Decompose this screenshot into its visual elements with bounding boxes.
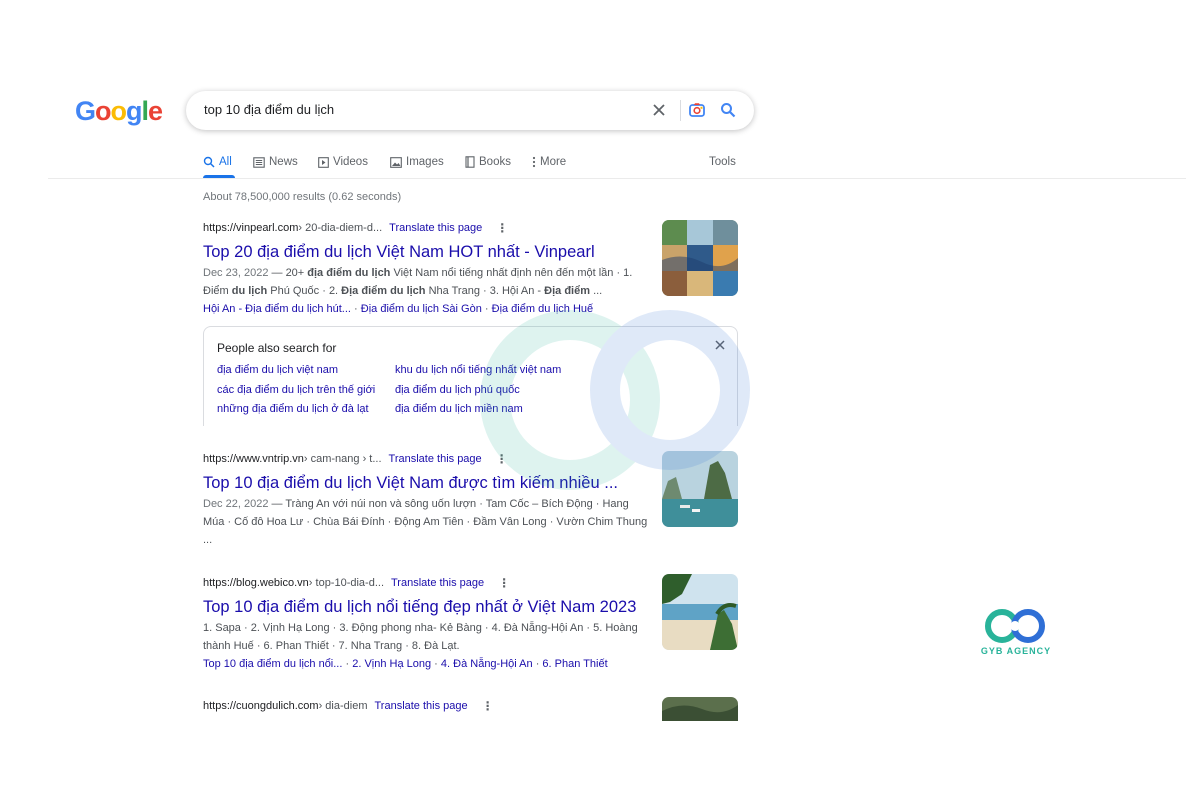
result-date: Dec 22, 2022 [203, 498, 269, 510]
news-icon [253, 156, 265, 168]
book-icon [465, 156, 475, 168]
result-url: https://vinpearl.com [203, 222, 299, 234]
sitelink[interactable]: Hội An - Địa điểm du lịch hút... [203, 303, 351, 315]
snippet-text: Nha Trang · 3. Hội An - [425, 285, 545, 297]
result-thumbnail[interactable] [662, 451, 738, 527]
related-search-link[interactable]: các địa điểm du lịch trên thế giới [217, 384, 375, 396]
tabs-divider [48, 178, 1186, 179]
sitelink[interactable]: Địa điểm du lịch Huế [492, 303, 594, 315]
result-thumbnail[interactable] [662, 574, 738, 650]
search-box[interactable]: top 10 địa điểm du lịch [186, 91, 754, 130]
translate-link[interactable]: Translate this page [389, 222, 482, 234]
tab-label: Images [406, 156, 444, 168]
related-search-link[interactable]: những địa điểm du lịch ở đà lạt [217, 403, 369, 415]
result-url: https://blog.webico.vn [203, 577, 309, 589]
result-thumbnail[interactable] [662, 697, 738, 721]
tab-all[interactable]: All [203, 153, 232, 171]
result-path: › 20-dia-diem-d... [298, 222, 383, 234]
tab-news[interactable]: News [253, 153, 298, 171]
tab-images[interactable]: Images [390, 153, 444, 171]
snippet-highlight: Địa điểm du lịch [341, 285, 426, 297]
camera-icon[interactable] [686, 99, 708, 121]
related-search-link[interactable]: khu du lịch nổi tiếng nhất việt nam [395, 364, 561, 376]
brand-name: GYB AGENCY [980, 646, 1052, 656]
snippet-highlight: Địa điểm [544, 285, 591, 297]
related-search-link[interactable]: địa điểm du lịch phú quốc [395, 384, 520, 396]
logo-letter-o2: o [110, 96, 127, 126]
sitelinks: Hội An - Địa điểm du lịch hút... · Địa đ… [203, 303, 594, 315]
result-snippet: Dec 23, 2022 — 20+ địa điểm du lịch Việt… [203, 267, 633, 297]
result-url: https://cuongdulich.com [203, 700, 319, 712]
sitelink[interactable]: 6. Phan Thiết [542, 658, 607, 670]
logo-letter-g2: g [126, 96, 142, 126]
result-stats: About 78,500,000 results (0.62 seconds) [203, 191, 402, 203]
snippet-text: Tràng An với núi non và sông uốn lượn · … [203, 498, 648, 546]
logo-letter-g: G [75, 96, 96, 126]
tab-books[interactable]: Books [465, 153, 511, 171]
tools-button[interactable]: Tools [709, 153, 736, 171]
search-input[interactable]: top 10 địa điểm du lịch [204, 102, 334, 117]
snippet-highlight: địa điểm du lịch [307, 267, 391, 279]
tab-label: All [219, 156, 232, 168]
result-snippet: Dec 22, 2022 — Tràng An với núi non và s… [203, 498, 648, 546]
result-date: Dec 23, 2022 [203, 267, 269, 279]
sitelink[interactable]: 4. Đà Nẵng-Hội An [441, 658, 533, 670]
close-icon[interactable] [712, 337, 728, 353]
result-thumbnail[interactable] [662, 220, 738, 296]
more-vert-icon[interactable]: ⋮ [496, 452, 508, 466]
image-icon [390, 156, 402, 168]
more-vert-icon[interactable]: ⋮ [496, 221, 508, 235]
tab-label: Videos [333, 156, 368, 168]
search-icon[interactable] [717, 99, 739, 121]
more-vert-icon[interactable]: ⋮ [498, 576, 510, 590]
clear-icon[interactable] [648, 99, 670, 121]
more-vert-icon [532, 156, 536, 168]
result-snippet: 1. Sapa · 2. Vịnh Hạ Long · 3. Động phon… [203, 622, 638, 652]
sitelink[interactable]: Địa điểm du lịch Sài Gòn [361, 303, 482, 315]
translate-link[interactable]: Translate this page [391, 577, 484, 589]
play-icon [318, 156, 329, 168]
sitelink[interactable]: Top 10 địa điểm du lịch nổi... [203, 658, 342, 670]
tab-more[interactable]: More [532, 153, 566, 171]
translate-link[interactable]: Translate this page [374, 700, 467, 712]
more-vert-icon[interactable]: ⋮ [482, 699, 494, 713]
result-url: https://www.vntrip.vn [203, 453, 304, 465]
search-tabs: All News Videos Images Books More Tools [203, 153, 743, 175]
result-path: › dia-diem [318, 700, 368, 712]
related-search-link[interactable]: địa điểm du lịch việt nam [217, 364, 338, 376]
sitelink[interactable]: 2. Vịnh Hạ Long [352, 658, 431, 670]
tab-label: Books [479, 156, 511, 168]
snippet-text: Phú Quốc · 2. [267, 285, 342, 297]
google-logo[interactable]: Google [75, 96, 163, 127]
tab-label: News [269, 156, 298, 168]
result-path: › cam-nang › t... [303, 453, 382, 465]
tab-videos[interactable]: Videos [318, 153, 368, 171]
logo-letter-e: e [148, 96, 163, 126]
snippet-text: ... [590, 285, 603, 297]
people-also-search-panel: People also search for địa điểm du lịch … [203, 326, 738, 426]
sitelinks: Top 10 địa điểm du lịch nổi... · 2. Vịnh… [203, 658, 608, 670]
search-icon [203, 156, 215, 168]
search-divider [680, 100, 681, 121]
tools-label: Tools [709, 156, 736, 168]
related-search-link[interactable]: địa điểm du lịch miền nam [395, 403, 523, 415]
snippet-text: 20+ [285, 267, 308, 279]
result-path: › top-10-dia-d... [308, 577, 384, 589]
snippet-highlight: du lịch [231, 285, 268, 297]
logo-letter-o1: o [95, 96, 111, 126]
tab-label: More [540, 156, 567, 168]
translate-link[interactable]: Translate this page [389, 453, 482, 465]
panel-title: People also search for [217, 341, 337, 355]
